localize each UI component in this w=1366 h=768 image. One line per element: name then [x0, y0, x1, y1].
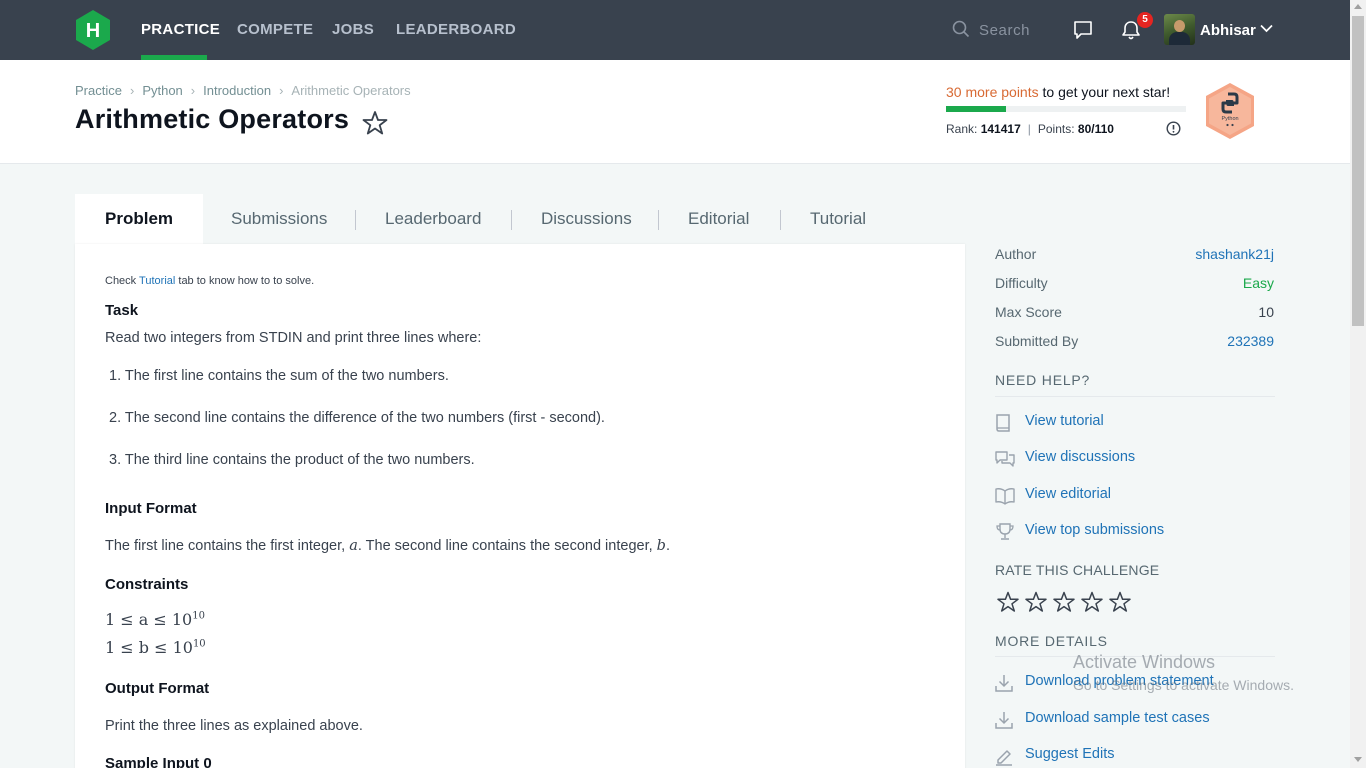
page-title: Arithmetic Operators [75, 104, 350, 134]
difficulty-label: Difficulty [995, 275, 1048, 291]
points-label: Points: [1037, 122, 1075, 136]
list-item: 2. The second line contains the differen… [109, 410, 605, 426]
max-score-label: Max Score [995, 304, 1062, 320]
rating-star-icon[interactable] [1025, 591, 1047, 613]
author-label: Author [995, 246, 1037, 262]
tab-submissions[interactable]: Submissions [231, 194, 327, 244]
tutorial-link[interactable]: Tutorial [139, 275, 175, 287]
open-book-icon [995, 488, 1015, 505]
submitted-by-label: Submitted By [995, 333, 1079, 349]
breadcrumb: Practice › Python › Introduction › Arithmetic … [75, 83, 411, 98]
tab-tutorial[interactable]: Tutorial [810, 194, 866, 244]
star-progress-fill [946, 106, 1006, 112]
rank-value: 141417 [980, 122, 1021, 136]
download-icon [995, 675, 1013, 692]
points-needed: 30 more points [946, 84, 1039, 100]
sample-input-heading: Sample Input 0 [105, 755, 212, 768]
breadcrumb-practice[interactable]: Practice [75, 83, 122, 98]
star-progress-bar [946, 106, 1186, 112]
rating-star-icon[interactable] [1053, 591, 1075, 613]
max-score-value: 10 [1258, 304, 1274, 320]
nav-compete[interactable]: COMPETE [237, 21, 313, 38]
output-format-text: Print the three lines as explained above… [105, 718, 363, 734]
list-item: 1. The first line contains the sum of th… [109, 368, 449, 384]
chevron-down-icon[interactable] [1260, 24, 1273, 33]
points-value: 80/110 [1077, 122, 1114, 136]
list-item: 3. The third line contains the product o… [109, 452, 475, 468]
search-box[interactable] [952, 19, 1049, 41]
hackerrank-logo[interactable]: H [75, 10, 111, 50]
more-details-title: MORE DETAILS [995, 633, 1108, 649]
constraints-heading: Constraints [105, 576, 189, 593]
notification-count-badge: 5 [1137, 12, 1153, 28]
rating-star-icon[interactable] [1109, 591, 1131, 613]
activate-windows-watermark: Activate Windows [1073, 652, 1216, 672]
difficulty-value: Easy [1242, 275, 1274, 291]
tab-leaderboard[interactable]: Leaderboard [385, 194, 481, 244]
rank-label: Rank: [946, 122, 978, 136]
info-icon[interactable] [1166, 121, 1181, 136]
task-text: Read two integers from STDIN and print t… [105, 330, 482, 346]
tab-discussions[interactable]: Discussions [541, 194, 632, 244]
scroll-down-icon[interactable] [1354, 757, 1362, 762]
need-help-title: NEED HELP? [995, 372, 1091, 388]
input-format-text: The first line contains the first intege… [105, 538, 670, 554]
python-badge-icon[interactable]: Python [1204, 82, 1256, 140]
tab-editorial[interactable]: Editorial [688, 194, 749, 244]
nav-leaderboard[interactable]: LEADERBOARD [396, 21, 516, 38]
breadcrumb-separator-icon: › [279, 83, 284, 98]
output-format-heading: Output Format [105, 680, 210, 697]
rating-star-icon[interactable] [1081, 591, 1103, 613]
author-value[interactable]: shashank21j [1195, 246, 1274, 262]
nav-practice[interactable]: PRACTICE [141, 21, 220, 38]
svg-text:H: H [86, 20, 100, 42]
top-navbar: H PRACTICE COMPETE JOBS LEADERBOARD 5 Ab… [0, 0, 1350, 60]
activate-windows-subtitle: Go to Settings to activate Windows. [1073, 677, 1294, 693]
breadcrumb-separator-icon: › [129, 83, 135, 98]
scroll-up-icon[interactable] [1354, 4, 1362, 9]
input-format-heading: Input Format [105, 500, 197, 517]
constraint-b: 1 ≤ b ≤ 1010 [105, 638, 206, 657]
next-star-message: 30 more points to get your next star! [946, 84, 1170, 100]
username-label[interactable]: Abhisar [1200, 22, 1256, 39]
points-message-text: to get your next star! [1038, 84, 1171, 100]
page-scrollbar[interactable] [1350, 0, 1366, 768]
download-icon [995, 712, 1013, 729]
breadcrumb-separator-icon: › [190, 83, 196, 98]
rating-star-icon[interactable] [997, 591, 1019, 613]
rate-challenge-title: RATE THIS CHALLENGE [995, 562, 1160, 578]
svg-text:Python: Python [1221, 116, 1238, 122]
tutorial-note: Check Tutorial tab to know how to to sol… [105, 275, 315, 287]
book-icon [996, 414, 1010, 432]
scrollbar-thumb[interactable] [1352, 16, 1364, 326]
task-heading: Task [105, 302, 139, 319]
constraint-a: 1 ≤ a ≤ 1010 [105, 610, 205, 629]
breadcrumb-python[interactable]: Python [142, 83, 182, 98]
bookmark-star-icon[interactable] [362, 110, 388, 136]
trophy-icon [996, 523, 1014, 540]
breadcrumb-current: Arithmetic Operators [291, 83, 411, 98]
nav-jobs[interactable]: JOBS [332, 21, 374, 38]
avatar[interactable] [1164, 14, 1195, 45]
search-icon [952, 20, 970, 38]
breadcrumb-introduction[interactable]: Introduction [203, 83, 271, 98]
tab-problem[interactable]: Problem [75, 194, 204, 244]
pencil-icon [996, 750, 1012, 766]
rank-points-line: Rank: 141417 | Points: 80/110 [946, 122, 1114, 136]
discussion-icon [995, 451, 1015, 467]
search-input[interactable] [979, 19, 1049, 41]
problem-statement: Check Tutorial tab to know how to to sol… [75, 244, 965, 768]
submitted-by-value[interactable]: 232389 [1227, 333, 1274, 349]
messages-icon[interactable] [1072, 19, 1094, 41]
